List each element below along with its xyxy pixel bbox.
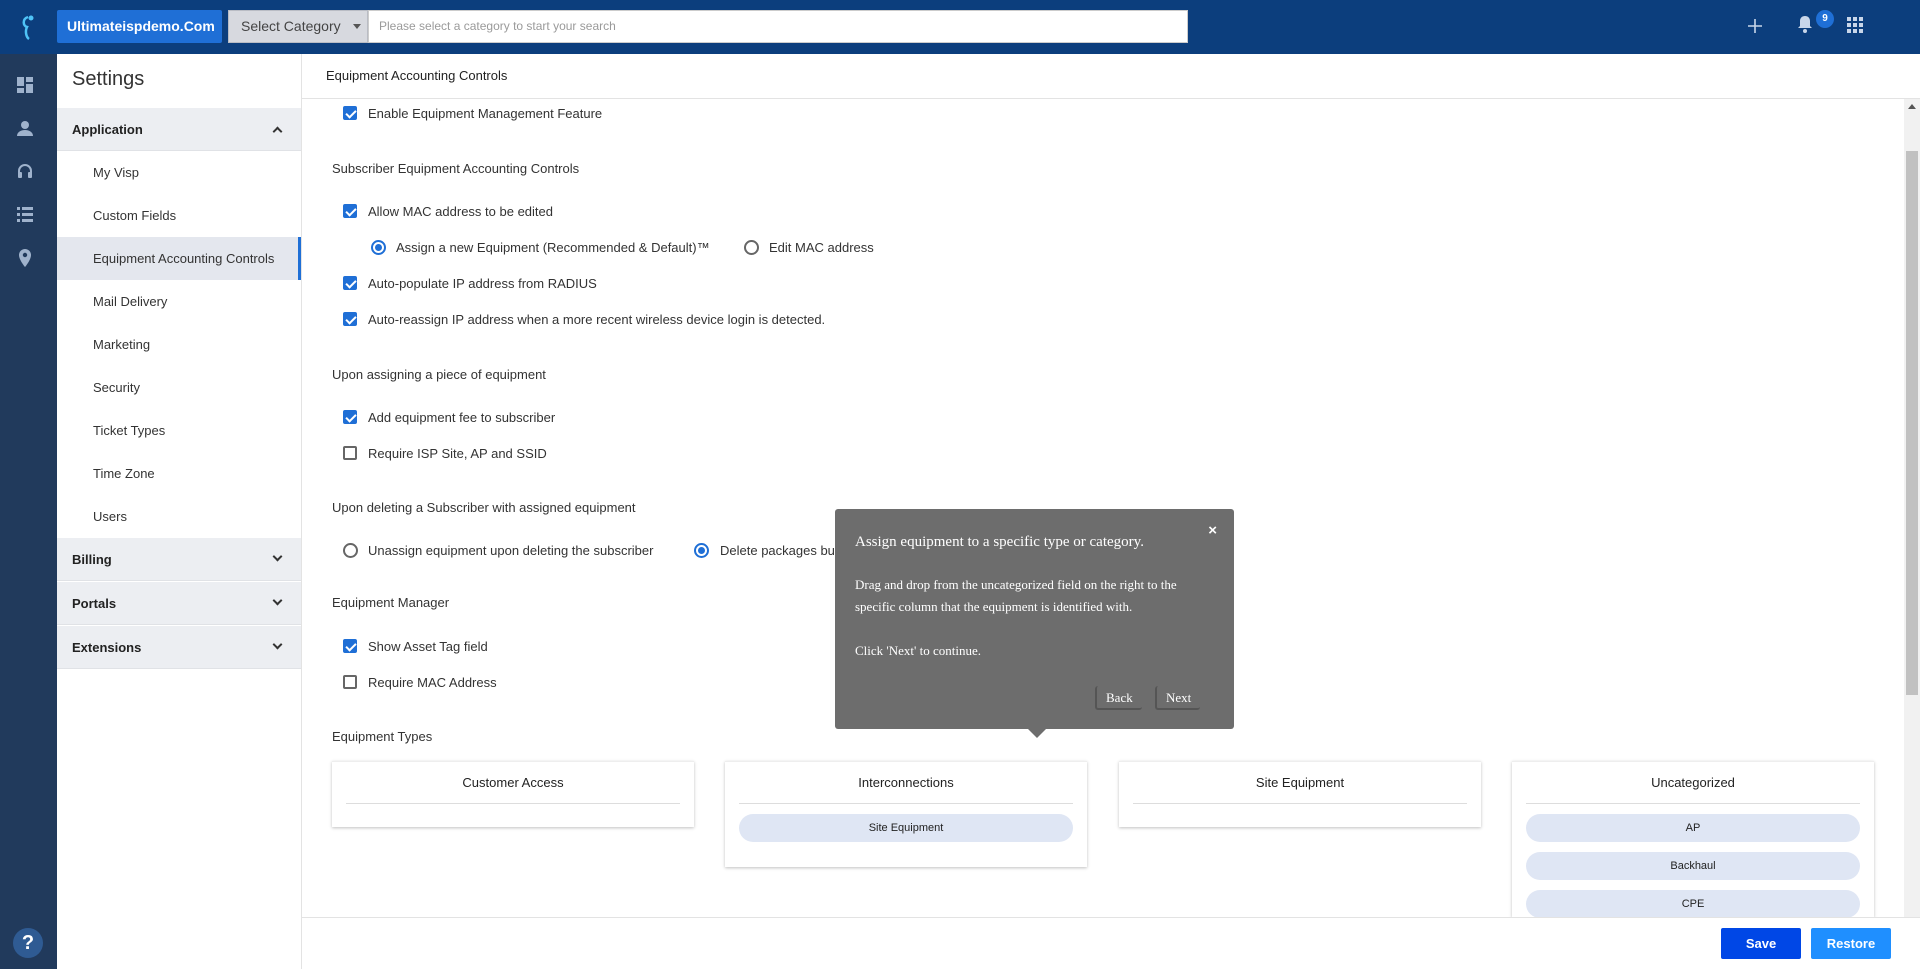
group-application-label: Application <box>72 122 143 137</box>
page-title: Equipment Accounting Controls <box>326 68 508 83</box>
unassign-equipment-label: Unassign equipment upon deleting the sub… <box>368 543 654 558</box>
add-icon[interactable] <box>1742 14 1768 40</box>
chevron-down-icon <box>272 595 283 606</box>
user-icon[interactable] <box>17 120 39 142</box>
show-asset-tag-label: Show Asset Tag field <box>368 639 488 654</box>
assign-new-equipment-radio[interactable] <box>371 240 386 255</box>
group-billing-label: Billing <box>72 552 112 567</box>
equipment-chip[interactable]: AP <box>1526 814 1860 842</box>
nav-item-custom-fields[interactable]: Custom Fields <box>57 194 301 237</box>
auto-populate-ip-label: Auto-populate IP address from RADIUS <box>368 276 597 291</box>
nav-item-time-zone[interactable]: Time Zone <box>57 452 301 495</box>
group-portals[interactable]: Portals <box>57 582 301 625</box>
content-scrollbar[interactable] <box>1904 99 1920 917</box>
apps-grid-icon[interactable] <box>1842 14 1868 40</box>
auto-populate-ip-checkbox[interactable] <box>343 276 357 290</box>
tour-title: Assign equipment to a specific type or c… <box>855 534 1144 550</box>
group-extensions[interactable]: Extensions <box>57 626 301 669</box>
equipment-chip[interactable]: Backhaul <box>1526 852 1860 880</box>
require-isp-site-checkbox[interactable] <box>343 446 357 460</box>
footer-bar: Save Restore <box>302 917 1920 969</box>
search-input[interactable]: Please select a category to start your s… <box>368 10 1188 43</box>
edit-mac-radio[interactable] <box>744 240 759 255</box>
chevron-up-icon <box>272 126 283 137</box>
group-billing[interactable]: Billing <box>57 538 301 581</box>
nav-item-my-visp[interactable]: My Visp <box>57 151 301 194</box>
category-select-label: Select Category <box>241 18 341 34</box>
top-bar: Ultimateispdemo.Com Select Category Plea… <box>0 0 1920 54</box>
location-pin-icon[interactable] <box>17 249 39 271</box>
nav-item-mail-delivery[interactable]: Mail Delivery <box>57 280 301 323</box>
section-equipment-manager: Equipment Manager <box>332 595 450 610</box>
tour-body-instructions: Drag and drop from the uncategorized fie… <box>855 577 1177 614</box>
restore-button[interactable]: Restore <box>1811 928 1891 959</box>
type-card-title: Site Equipment <box>1133 762 1467 804</box>
list-icon[interactable] <box>17 206 39 228</box>
nav-item-ticket-types[interactable]: Ticket Types <box>57 409 301 452</box>
close-icon[interactable]: × <box>1208 522 1217 539</box>
brand-button[interactable]: Ultimateispdemo.Com <box>57 10 222 43</box>
caret-down-icon <box>353 24 361 29</box>
tour-back-button[interactable]: Back <box>1095 686 1142 710</box>
type-card-uncategorized[interactable]: Uncategorized AP Backhaul CPE <box>1512 761 1874 917</box>
section-deleting-subscriber: Upon deleting a Subscriber with assigned… <box>332 500 636 515</box>
main-header: Equipment Accounting Controls <box>302 54 1920 99</box>
nav-item-equipment-accounting-controls[interactable]: Equipment Accounting Controls <box>57 237 301 280</box>
scroll-thumb[interactable] <box>1906 151 1918 695</box>
type-card-title: Interconnections <box>739 762 1073 804</box>
icon-rail <box>0 54 57 969</box>
save-button[interactable]: Save <box>1721 928 1801 959</box>
headset-icon[interactable] <box>17 163 39 185</box>
settings-title: Settings <box>72 68 145 90</box>
edit-mac-label: Edit MAC address <box>769 240 874 255</box>
auto-reassign-ip-checkbox[interactable] <box>343 312 357 326</box>
delete-packages-radio[interactable] <box>694 543 709 558</box>
type-card-title: Uncategorized <box>1526 762 1860 804</box>
scroll-up-icon[interactable] <box>1908 104 1916 109</box>
type-card-site-equipment[interactable]: Site Equipment <box>1119 761 1481 827</box>
group-extensions-label: Extensions <box>72 640 142 655</box>
bell-icon[interactable] <box>1792 14 1818 40</box>
allow-mac-edit-label: Allow MAC address to be edited <box>368 204 553 219</box>
delete-packages-label: Delete packages bu <box>720 543 835 558</box>
type-card-customer-access[interactable]: Customer Access <box>332 761 694 827</box>
enable-equipment-checkbox[interactable] <box>343 106 357 120</box>
notification-count-badge: 9 <box>1816 10 1834 28</box>
section-equipment-types: Equipment Types <box>332 729 433 744</box>
require-mac-checkbox[interactable] <box>343 675 357 689</box>
unassign-equipment-radio[interactable] <box>343 543 358 558</box>
nav-item-users[interactable]: Users <box>57 495 301 538</box>
section-subscriber-controls: Subscriber Equipment Accounting Controls <box>332 161 580 176</box>
equipment-chip[interactable]: Site Equipment <box>739 814 1073 842</box>
tour-pointer <box>1028 729 1046 738</box>
auto-reassign-ip-label: Auto-reassign IP address when a more rec… <box>368 312 826 327</box>
logo-icon[interactable] <box>18 13 38 41</box>
require-isp-site-label: Require ISP Site, AP and SSID <box>368 446 547 461</box>
tour-body-continue: Click 'Next' to continue. <box>855 643 981 658</box>
settings-sidebar: Settings Application My Visp Custom Fiel… <box>57 54 302 969</box>
group-portals-label: Portals <box>72 596 117 611</box>
chevron-down-icon <box>272 551 283 562</box>
equipment-chip[interactable]: CPE <box>1526 890 1860 917</box>
type-card-interconnections[interactable]: Interconnections Site Equipment <box>725 761 1087 867</box>
section-assigning-equipment: Upon assigning a piece of equipment <box>332 367 546 382</box>
nav-item-security[interactable]: Security <box>57 366 301 409</box>
dashboard-icon[interactable] <box>17 77 39 99</box>
tour-next-button[interactable]: Next <box>1155 686 1201 710</box>
nav-item-marketing[interactable]: Marketing <box>57 323 301 366</box>
require-mac-label: Require MAC Address <box>368 675 497 690</box>
show-asset-tag-checkbox[interactable] <box>343 639 357 653</box>
allow-mac-edit-checkbox[interactable] <box>343 204 357 218</box>
tour-body: Drag and drop from the uncategorized fie… <box>855 574 1220 662</box>
tour-tooltip: × Assign equipment to a specific type or… <box>835 509 1234 729</box>
add-equipment-fee-checkbox[interactable] <box>343 410 357 424</box>
help-icon[interactable]: ? <box>13 928 43 958</box>
chevron-down-icon <box>272 639 283 650</box>
group-application[interactable]: Application <box>57 108 301 151</box>
category-select[interactable]: Select Category <box>228 10 368 43</box>
type-card-title: Customer Access <box>346 762 680 804</box>
enable-equipment-label: Enable Equipment Management Feature <box>368 106 603 121</box>
assign-new-equipment-label: Assign a new Equipment (Recommended & De… <box>396 240 710 255</box>
add-equipment-fee-label: Add equipment fee to subscriber <box>368 410 556 425</box>
